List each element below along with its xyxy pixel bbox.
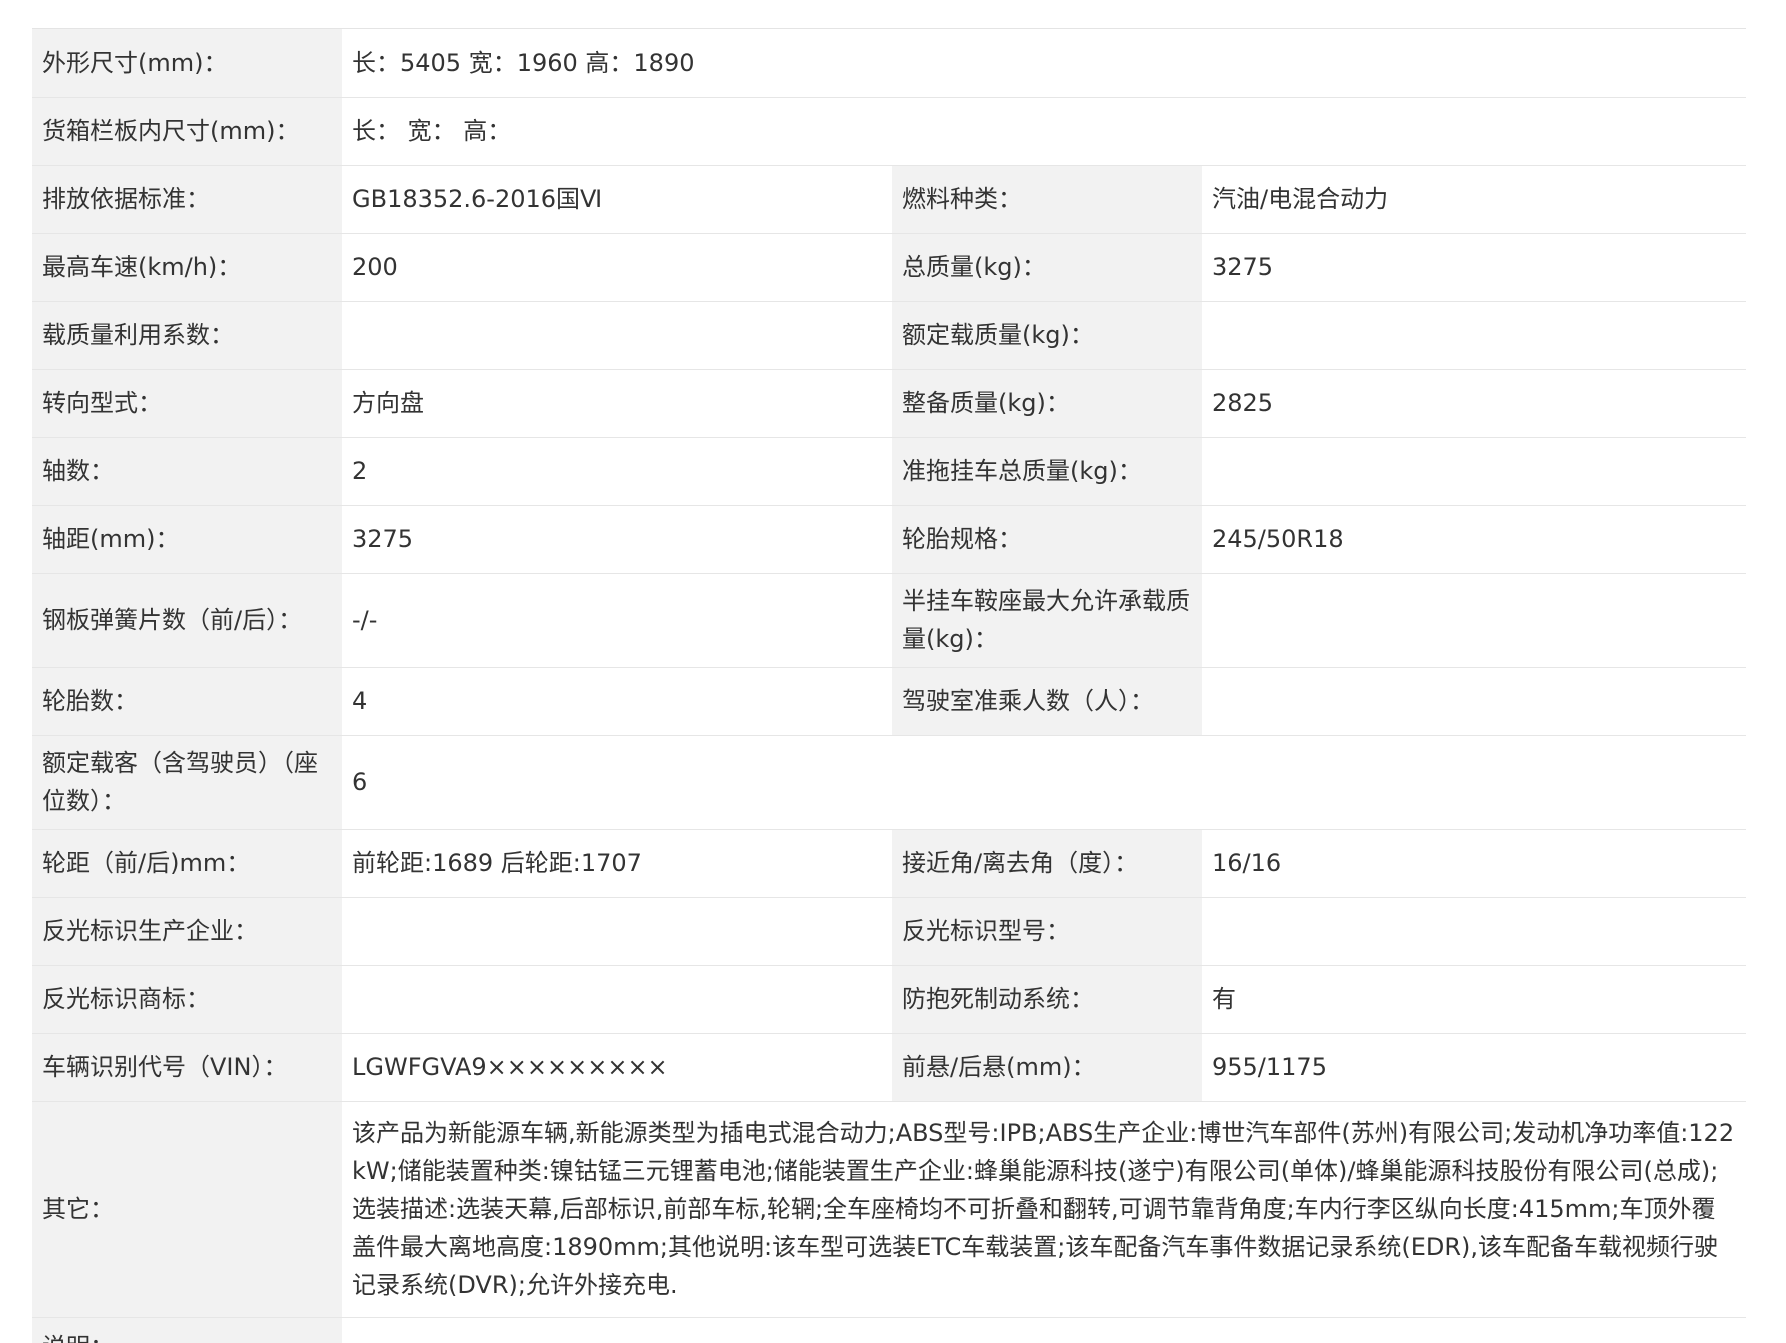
spec-label: 说明： — [32, 1317, 342, 1343]
spec-label: 反光标识生产企业： — [32, 897, 342, 966]
spec-value: 方向盘 — [342, 369, 892, 438]
spec-label: 半挂车鞍座最大允许承载质量(kg)： — [892, 573, 1202, 668]
table-row: 轮胎数： 4 驾驶室准乘人数（人）： — [32, 667, 1746, 736]
spec-value — [1202, 437, 1746, 506]
spec-value: 200 — [342, 233, 892, 302]
spec-label: 最高车速(km/h)： — [32, 233, 342, 302]
table-row: 外形尺寸(mm)： 长：5405 宽：1960 高：1890 — [32, 29, 1746, 98]
spec-label: 反光标识型号： — [892, 897, 1202, 966]
spec-label: 额定载客（含驾驶员）（座位数）： — [32, 735, 342, 830]
spec-value — [342, 965, 892, 1034]
table-row: 轮距（前/后)mm： 前轮距:1689 后轮距:1707 接近角/离去角（度）：… — [32, 829, 1746, 898]
spec-label: 轴距(mm)： — [32, 505, 342, 574]
spec-label: 货箱栏板内尺寸(mm)： — [32, 97, 342, 166]
spec-label: 轮胎规格： — [892, 505, 1202, 574]
spec-value: LGWFGVA9××××××××× — [342, 1033, 892, 1102]
table-row: 额定载客（含驾驶员）（座位数）： 6 — [32, 735, 1746, 830]
spec-value — [1202, 667, 1746, 736]
vehicle-spec-table: 外形尺寸(mm)： 长：5405 宽：1960 高：1890 货箱栏板内尺寸(m… — [32, 29, 1746, 1343]
spec-value: 955/1175 — [1202, 1033, 1746, 1102]
table-row: 轴距(mm)： 3275 轮胎规格： 245/50R18 — [32, 505, 1746, 574]
spec-label: 载质量利用系数： — [32, 301, 342, 370]
spec-value — [1202, 573, 1746, 668]
spec-value: 长：5405 宽：1960 高：1890 — [342, 29, 1746, 98]
spec-value: 2825 — [1202, 369, 1746, 438]
spec-value: -/- — [342, 573, 892, 668]
spec-label: 反光标识商标： — [32, 965, 342, 1034]
spec-label: 排放依据标准： — [32, 165, 342, 234]
spec-label: 转向型式： — [32, 369, 342, 438]
spec-label: 车辆识别代号（VIN）： — [32, 1033, 342, 1102]
table-row: 反光标识商标： 防抱死制动系统： 有 — [32, 965, 1746, 1034]
table-row: 排放依据标准： GB18352.6-2016国Ⅵ 燃料种类： 汽油/电混合动力 — [32, 165, 1746, 234]
spec-value: 该产品为新能源车辆,新能源类型为插电式混合动力;ABS型号:IPB;ABS生产企… — [342, 1101, 1746, 1318]
spec-label: 前悬/后悬(mm)： — [892, 1033, 1202, 1102]
spec-value: 有 — [1202, 965, 1746, 1034]
spec-label: 燃料种类： — [892, 165, 1202, 234]
spec-value: 前轮距:1689 后轮距:1707 — [342, 829, 892, 898]
spec-label: 外形尺寸(mm)： — [32, 29, 342, 98]
spec-label: 其它： — [32, 1101, 342, 1318]
spec-value — [342, 301, 892, 370]
vehicle-spec-sheet: 外形尺寸(mm)： 长：5405 宽：1960 高：1890 货箱栏板内尺寸(m… — [32, 28, 1746, 1343]
spec-value: 汽油/电混合动力 — [1202, 165, 1746, 234]
spec-value: 6 — [342, 735, 1746, 830]
spec-value: 2 — [342, 437, 892, 506]
spec-value — [342, 897, 892, 966]
spec-value: 长： 宽： 高： — [342, 97, 1746, 166]
spec-value — [342, 1317, 1746, 1343]
table-row: 说明： — [32, 1317, 1746, 1343]
spec-label: 防抱死制动系统： — [892, 965, 1202, 1034]
spec-label: 轮胎数： — [32, 667, 342, 736]
table-row: 反光标识生产企业： 反光标识型号： — [32, 897, 1746, 966]
spec-label: 总质量(kg)： — [892, 233, 1202, 302]
spec-value: GB18352.6-2016国Ⅵ — [342, 165, 892, 234]
spec-label: 额定载质量(kg)： — [892, 301, 1202, 370]
table-row: 载质量利用系数： 额定载质量(kg)： — [32, 301, 1746, 370]
table-row: 货箱栏板内尺寸(mm)： 长： 宽： 高： — [32, 97, 1746, 166]
spec-value — [1202, 301, 1746, 370]
table-row: 车辆识别代号（VIN）： LGWFGVA9××××××××× 前悬/后悬(mm)… — [32, 1033, 1746, 1102]
spec-value: 4 — [342, 667, 892, 736]
table-row: 最高车速(km/h)： 200 总质量(kg)： 3275 — [32, 233, 1746, 302]
spec-value: 3275 — [342, 505, 892, 574]
spec-label: 钢板弹簧片数（前/后）： — [32, 573, 342, 668]
spec-value: 16/16 — [1202, 829, 1746, 898]
table-row: 转向型式： 方向盘 整备质量(kg)： 2825 — [32, 369, 1746, 438]
spec-label: 驾驶室准乘人数（人）： — [892, 667, 1202, 736]
spec-value: 3275 — [1202, 233, 1746, 302]
spec-value: 245/50R18 — [1202, 505, 1746, 574]
spec-value — [1202, 897, 1746, 966]
table-row: 钢板弹簧片数（前/后）： -/- 半挂车鞍座最大允许承载质量(kg)： — [32, 573, 1746, 668]
spec-label: 整备质量(kg)： — [892, 369, 1202, 438]
table-row: 轴数： 2 准拖挂车总质量(kg)： — [32, 437, 1746, 506]
spec-label: 接近角/离去角（度）： — [892, 829, 1202, 898]
spec-label: 轴数： — [32, 437, 342, 506]
spec-label: 准拖挂车总质量(kg)： — [892, 437, 1202, 506]
spec-label: 轮距（前/后)mm： — [32, 829, 342, 898]
table-row: 其它： 该产品为新能源车辆,新能源类型为插电式混合动力;ABS型号:IPB;AB… — [32, 1101, 1746, 1318]
